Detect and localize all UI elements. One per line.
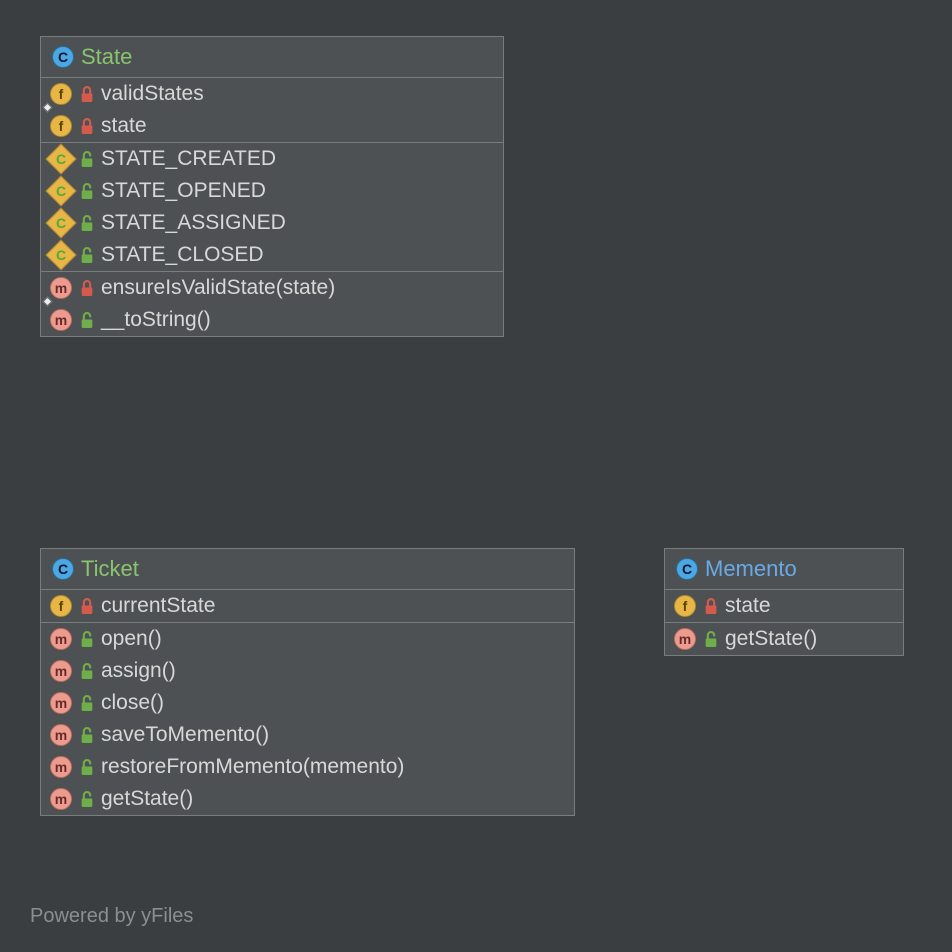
class-state-header: C State (41, 37, 503, 77)
member-label: STATE_CREATED (101, 147, 276, 171)
member-label: STATE_CLOSED (101, 243, 264, 267)
class-memento[interactable]: C Memento f state m getState() (664, 548, 904, 656)
class-ticket[interactable]: C Ticket f currentState m open() m assig… (40, 548, 575, 816)
lock-private-icon (79, 118, 95, 135)
member-label: state (101, 114, 147, 138)
member-row[interactable]: C STATE_ASSIGNED (41, 207, 503, 239)
method-icon: m (50, 309, 72, 331)
class-state-fields: f validStates f state (41, 77, 503, 142)
lock-public-icon (79, 727, 95, 744)
lock-private-icon (79, 280, 95, 297)
method-icon: m (50, 788, 72, 810)
class-ticket-header: C Ticket (41, 549, 574, 589)
lock-public-icon (79, 247, 95, 264)
lock-public-icon (703, 631, 719, 648)
method-icon: m (50, 660, 72, 682)
member-row[interactable]: m close() (41, 687, 574, 719)
method-icon: m (50, 756, 72, 778)
member-label: saveToMemento() (101, 723, 269, 747)
member-row[interactable]: m __toString() (41, 304, 503, 336)
constant-icon: C (45, 207, 76, 238)
class-memento-title: Memento (705, 556, 797, 582)
field-icon: f (50, 115, 72, 137)
class-state[interactable]: C State f validStates f state (40, 36, 504, 337)
constant-icon: C (45, 143, 76, 174)
member-label: getState() (725, 627, 817, 651)
lock-public-icon (79, 215, 95, 232)
class-icon: C (52, 46, 74, 68)
member-row[interactable]: f state (41, 110, 503, 142)
class-icon: C (52, 558, 74, 580)
class-memento-header: C Memento (665, 549, 903, 589)
field-icon: f (50, 83, 72, 105)
lock-public-icon (79, 695, 95, 712)
member-row[interactable]: C STATE_CLOSED (41, 239, 503, 271)
member-row[interactable]: m restoreFromMemento(memento) (41, 751, 574, 783)
constant-icon: C (45, 239, 76, 270)
class-icon: C (676, 558, 698, 580)
lock-public-icon (79, 791, 95, 808)
class-ticket-fields: f currentState (41, 589, 574, 622)
lock-public-icon (79, 663, 95, 680)
member-row[interactable]: m getState() (665, 623, 903, 655)
lock-public-icon (79, 183, 95, 200)
member-label: getState() (101, 787, 193, 811)
member-row[interactable]: f state (665, 590, 903, 622)
class-memento-methods: m getState() (665, 622, 903, 655)
method-icon: m (50, 277, 72, 299)
member-label: state (725, 594, 771, 618)
class-ticket-methods: m open() m assign() m close() m saveToMe… (41, 622, 574, 815)
member-row[interactable]: C STATE_OPENED (41, 175, 503, 207)
member-row[interactable]: f validStates (41, 78, 503, 110)
member-label: __toString() (101, 308, 211, 332)
member-row[interactable]: m open() (41, 623, 574, 655)
lock-public-icon (79, 151, 95, 168)
member-label: assign() (101, 659, 176, 683)
constant-icon: C (45, 175, 76, 206)
member-row[interactable]: f currentState (41, 590, 574, 622)
member-label: STATE_ASSIGNED (101, 211, 286, 235)
member-row[interactable]: C STATE_CREATED (41, 143, 503, 175)
member-row[interactable]: m assign() (41, 655, 574, 687)
member-label: ensureIsValidState(state) (101, 276, 335, 300)
member-label: currentState (101, 594, 215, 618)
footer-credit: Powered by yFiles (30, 905, 193, 928)
class-state-methods: m ensureIsValidState(state) m __toString… (41, 271, 503, 336)
method-icon: m (50, 724, 72, 746)
member-row[interactable]: m ensureIsValidState(state) (41, 272, 503, 304)
class-state-constants: C STATE_CREATED C STATE_OPENED C STATE_A… (41, 142, 503, 271)
method-icon: m (50, 628, 72, 650)
field-icon: f (674, 595, 696, 617)
lock-public-icon (79, 312, 95, 329)
field-icon: f (50, 595, 72, 617)
member-label: STATE_OPENED (101, 179, 266, 203)
member-label: close() (101, 691, 164, 715)
lock-public-icon (79, 631, 95, 648)
lock-private-icon (703, 598, 719, 615)
method-icon: m (50, 692, 72, 714)
class-state-title: State (81, 44, 132, 70)
lock-private-icon (79, 598, 95, 615)
class-ticket-title: Ticket (81, 556, 139, 582)
member-label: validStates (101, 82, 204, 106)
lock-public-icon (79, 759, 95, 776)
method-icon: m (674, 628, 696, 650)
member-label: restoreFromMemento(memento) (101, 755, 404, 779)
lock-private-icon (79, 86, 95, 103)
member-row[interactable]: m saveToMemento() (41, 719, 574, 751)
class-memento-fields: f state (665, 589, 903, 622)
member-label: open() (101, 627, 162, 651)
member-row[interactable]: m getState() (41, 783, 574, 815)
